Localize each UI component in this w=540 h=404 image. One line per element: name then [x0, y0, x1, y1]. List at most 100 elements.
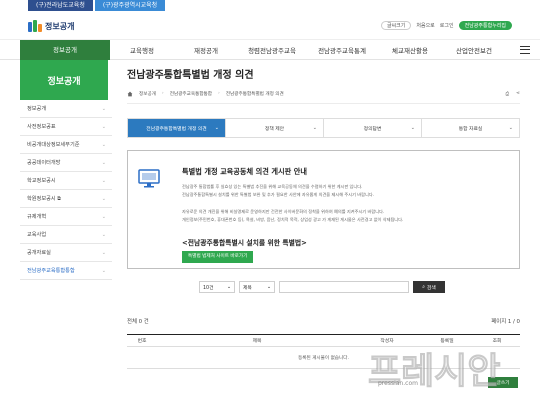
empty-row: 등록된 게시물이 없습니다. [127, 347, 520, 369]
monitor-icon [138, 169, 160, 188]
search-input[interactable] [279, 281, 409, 293]
table-header: 번호 제목 작성자 등록일 조회 [127, 334, 520, 347]
header-utility: 글씨크기 처음으로 로그인 전남광주통합누리집 [380, 21, 512, 30]
tab-label: 정의답변 [363, 126, 382, 132]
tab-policy-proposal[interactable]: 정책 제안 ⌄ [226, 119, 324, 137]
total-count: 전체 0 건 [127, 319, 149, 325]
sidebar-item[interactable]: 학교정보공시 ⌄ [20, 172, 112, 190]
home-link[interactable]: 처음으로 [416, 22, 434, 29]
law-site-link-button[interactable]: 특별법 법제처 사이트 바로가기 [182, 251, 254, 263]
sidebar-item-label: 공개자료실 [27, 250, 51, 256]
logo-mark-icon [28, 20, 42, 32]
page-size-value: 10건 [203, 285, 214, 291]
tab-label: 전남광주통합특별법 개정 의견 [146, 126, 207, 132]
tab-law-opinion[interactable]: 전남광주통합특별법 개정 의견 ⌄ [128, 119, 226, 137]
sidebar-item-label: 교육사업 [27, 232, 47, 238]
sidebar-item[interactable]: 사전정보공표 ⌄ [20, 118, 112, 136]
notice-text: 전남광주통합특별시 설치를 위한 특별법 보완 및 추가 필요한 사안에 자유롭… [182, 192, 375, 197]
notice-text: 자유로운 의견 개진을 위해 비실명제로 운영하지만 건전한 사이버문화의 정착… [182, 209, 385, 214]
column-header: 등록일 [440, 339, 454, 344]
watermark-url: pressian.com [378, 380, 418, 387]
notice-subtitle: <전남광주통합특별시 설치를 위한 특별법> [182, 239, 307, 247]
gnb-item-admin[interactable]: 교육행정 [110, 45, 174, 55]
sidebar-item-current[interactable]: 전남광주교육통합통합 ⌄ [20, 262, 112, 280]
chevron-down-icon: ⌄ [312, 125, 317, 131]
search-button[interactable]: ⌕ 검색 [413, 281, 445, 293]
sidebar-item[interactable]: 공공데이터개방 ⌄ [20, 154, 112, 172]
sidebar-item-label: 학교정보공시 [27, 178, 56, 184]
write-button[interactable]: 글쓰기 [488, 377, 518, 388]
sidebar-item[interactable]: 공개자료실 ⌄ [20, 244, 112, 262]
notice-box: 특별법 개정 교육공동체 의견 게시판 안내 전남광주 통합법률 후 실효성 있… [127, 150, 520, 269]
home-icon[interactable] [127, 91, 133, 97]
chevron-down-icon: ⌄ [101, 159, 106, 166]
portal-button[interactable]: 전남광주통합누리집 [458, 21, 512, 30]
chevron-down-icon: ⌄ [101, 249, 106, 256]
sidebar: 정보공개 정보공개 ⌄ 사전정보공표 ⌄ 비공개대상정보세부기준 ⌄ 공공데이터개방 ⌄… [20, 60, 112, 280]
header: 정보공개 글씨크기 처음으로 로그인 전남광주통합누리집 [0, 11, 540, 40]
tab-archive[interactable]: 통합 자료실 ⌄ [422, 119, 519, 137]
chevron-down-icon: ⌄ [266, 284, 271, 290]
menu-icon[interactable] [520, 45, 530, 54]
notice-text: 전남광주 통합법률 후 실효성 있는 특별법 추진을 위해 교육공동체 의견을 … [182, 184, 363, 189]
print-icon[interactable]: ⎙ [505, 91, 509, 97]
sidebar-item[interactable]: 비공개대상정보세부기준 ⌄ [20, 136, 112, 154]
gnb-item-integrity[interactable]: 청렴전남광주교육 [238, 45, 306, 55]
sidebar-item[interactable]: 교육사업 ⌄ [20, 226, 112, 244]
gnb-item-property[interactable]: 체교재산활용 [378, 45, 442, 55]
page-tools: ⎙ ⋖ [505, 91, 520, 97]
column-header: 제목 [252, 339, 262, 344]
column-header: 작성자 [380, 339, 394, 344]
chevron-down-icon: ⌄ [101, 267, 106, 274]
search-button-label: 검색 [426, 285, 436, 291]
breadcrumb-item[interactable]: 전남광주통합특별법 개정 의견 [226, 91, 284, 97]
sidebar-item[interactable]: 규제개혁 ⌄ [20, 208, 112, 226]
gnb-item-finance[interactable]: 재정공개 [174, 45, 238, 55]
breadcrumb-item[interactable]: 전남광주교육통합통합 [170, 91, 212, 97]
sidebar-title: 정보공개 [20, 60, 108, 100]
tab-label: 통합 자료실 [458, 126, 483, 132]
sidebar-item[interactable]: 학원정보공시 ⧉ ⌄ [20, 190, 112, 208]
chevron-down-icon: ⌄ [101, 105, 106, 112]
search-field-select[interactable]: 제목 ⌄ [239, 281, 275, 293]
chevron-down-icon: ⌄ [101, 213, 106, 220]
gnb-item-info[interactable]: 정보공개 [20, 39, 110, 60]
share-icon[interactable]: ⋖ [516, 91, 520, 97]
gnb-item-safety[interactable]: 산업안전보건 [442, 45, 506, 55]
chevron-right-icon: › [161, 91, 164, 96]
list-summary: 전체 0 건 페이지 1 / 0 [127, 317, 520, 325]
chevron-down-icon: ⌄ [508, 125, 513, 131]
chevron-down-icon: ⌄ [101, 195, 106, 202]
top-tab-gwangju[interactable]: (구)광주광역시교육청 [94, 0, 166, 11]
sidebar-item-label: 학원정보공시 ⧉ [27, 195, 61, 203]
notice-text: 개인정보(주민번호, 휴대폰번호 등), 욕설, 비방, 음난, 정치적 목적,… [182, 217, 404, 222]
chevron-down-icon: ⌄ [214, 125, 219, 131]
page: (구)전라남도교육청 (구)광주광역시교육청 정보공개 글씨크기 처음으로 로그… [0, 0, 540, 404]
sidebar-item-label: 공공데이터개방 [27, 160, 61, 166]
page-size-select[interactable]: 10건 ⌄ [199, 281, 235, 293]
sidebar-item[interactable]: 정보공개 ⌄ [20, 100, 112, 118]
global-nav: 정보공개 교육행정 재정공개 청렴전남광주교육 전남광주교육통계 체교재산활용 … [0, 39, 540, 60]
post-table: 번호 제목 작성자 등록일 조회 등록된 게시물이 없습니다. [127, 334, 520, 369]
login-link[interactable]: 로그인 [440, 22, 454, 29]
logo[interactable]: 정보공개 [28, 20, 74, 32]
chevron-right-icon: › [218, 91, 220, 96]
column-header: 조회 [492, 339, 502, 344]
notice-title: 특별법 개정 교육공동체 의견 게시판 안내 [182, 167, 307, 176]
sidebar-item-text: 학원정보공시 [27, 195, 56, 202]
logo-text: 정보공개 [45, 21, 75, 31]
font-size-button[interactable]: 글씨크기 [380, 21, 412, 30]
sidebar-item-label: 비공개대상정보세부기준 [27, 142, 80, 148]
search-field-value: 제목 [243, 285, 252, 291]
breadcrumb-item[interactable]: 정보공개 [139, 91, 156, 97]
tab-answers[interactable]: 정의답변 ⌄ [324, 119, 422, 137]
chevron-down-icon: ⌄ [226, 284, 231, 290]
chevron-down-icon: ⌄ [101, 123, 106, 130]
chevron-down-icon: ⌄ [410, 125, 415, 131]
external-link-icon: ⧉ [57, 195, 62, 202]
page-title: 전남광주통합특별법 개정 의견 [127, 70, 254, 81]
top-strip: (구)전라남도교육청 (구)광주광역시교육청 [0, 0, 540, 11]
gnb-item-stats[interactable]: 전남광주교육통계 [306, 45, 378, 55]
top-tab-jeonnam[interactable]: (구)전라남도교육청 [28, 0, 93, 11]
sidebar-item-label: 사전정보공표 [27, 124, 56, 130]
